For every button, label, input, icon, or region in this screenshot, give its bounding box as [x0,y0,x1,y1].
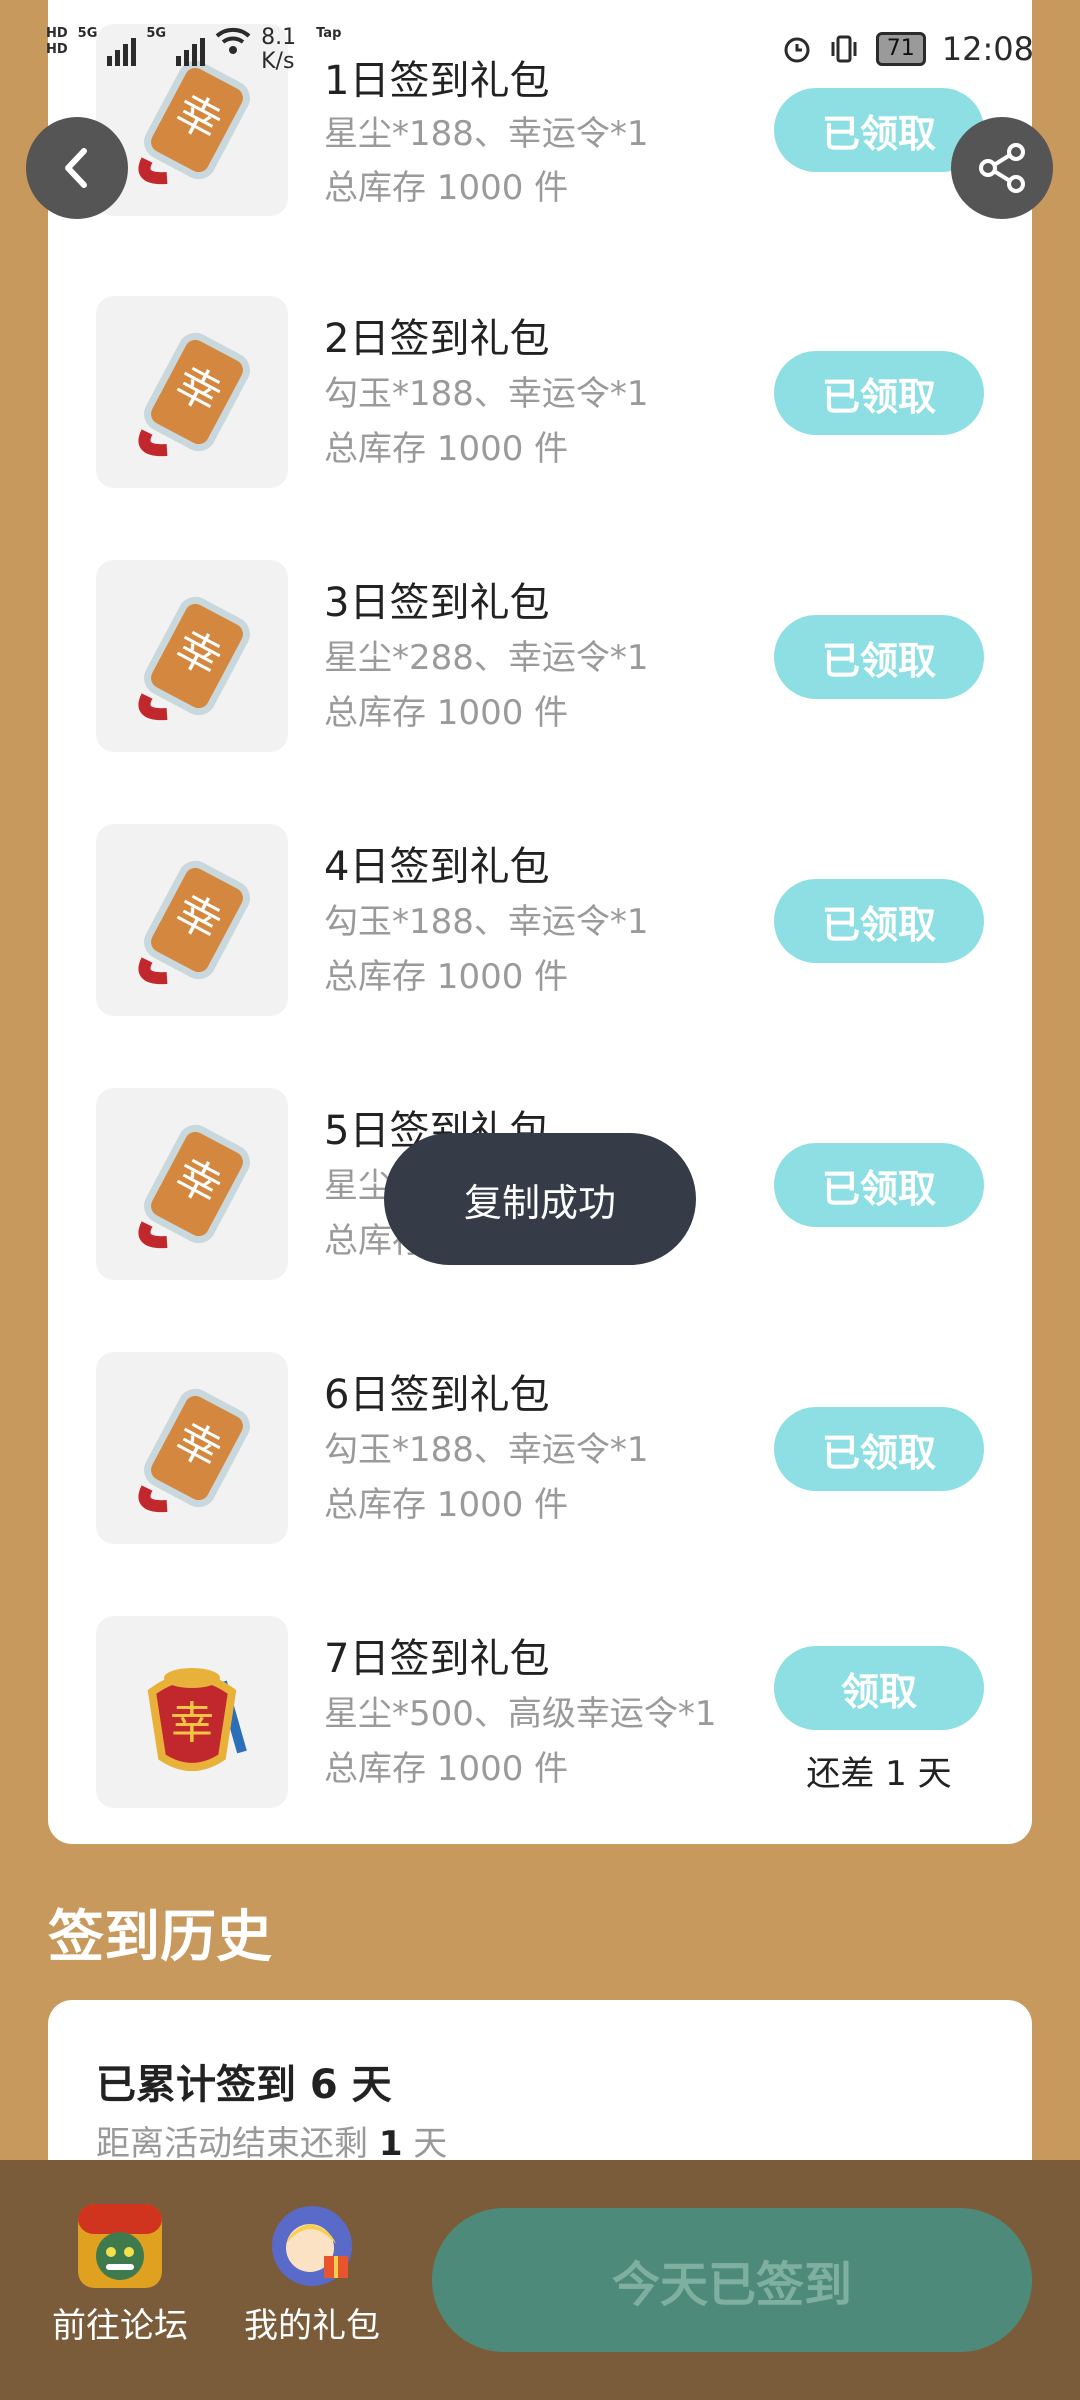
my-gifts-label: 我的礼包 [244,2306,380,2346]
gift-thumbnail: 幸 [96,1352,288,1544]
speed-unit: K/s [261,49,295,74]
gift-desc: 勾玉*188、幸运令*1 [324,902,649,942]
signal-icon [107,32,137,66]
lucky-charm-icon: 幸 [138,596,250,721]
claim-button[interactable]: 领取 [774,1646,984,1730]
gift-desc: 星尘*288、幸运令*1 [324,638,649,678]
chevron-left-icon [65,148,87,188]
claimed-button[interactable]: 已领取 [774,351,984,435]
share-icon [979,143,1025,193]
lucky-charm-icon: 幸 [138,1124,250,1249]
history-heading: 签到历史 [48,1905,272,1970]
status-left: HD HD 5G 5G 8.1 K/s Tap [46,26,341,74]
gift-title: 2日签到礼包 [324,316,550,362]
lucky-charm-icon: 幸 [138,1388,250,1513]
remain-suffix: 天 [402,2124,448,2164]
gift-row: 幸 2日签到礼包 勾玉*188、幸运令*1 总库存 1000 件 已领取 [48,296,1032,496]
gift-desc: 勾玉*188、幸运令*1 [324,374,649,414]
gift-stock: 总库存 1000 件 [324,429,569,469]
speed-value: 8.1 [261,25,297,50]
bottom-bar: 前往论坛 我的礼包 今天已签到 [0,2160,1080,2400]
hd-tags: HD HD [46,26,68,58]
hd-tag: HD [46,26,68,41]
gift-thumbnail: 幸 [96,560,288,752]
app-hint: Tap [316,26,342,41]
gift-row: 幸 6日签到礼包 勾玉*188、幸运令*1 总库存 1000 件 已领取 [48,1352,1032,1552]
gift-desc: 勾玉*188、幸运令*1 [324,1430,649,1470]
remain-prefix: 距离活动结束还剩 [96,2124,379,2164]
hd-tag: HD [46,42,68,57]
lucky-charm-icon: 幸 [138,332,250,457]
battery-indicator: 71 [875,32,926,66]
game-avatar-icon [78,2204,162,2288]
event-remaining: 距离活动结束还剩 1 天 [96,2116,447,2165]
gift-mascot-icon [272,2206,352,2286]
svg-text:幸: 幸 [170,1698,214,1749]
clock: 12:08 [941,30,1034,68]
status-right: 71 12:08 [782,30,1034,68]
forum-tab[interactable]: 前往论坛 [20,2204,220,2347]
gift-stock: 总库存 1000 件 [324,1485,569,1525]
gift-list-card: 幸 1日签到礼包 星尘*188、幸运令*1 总库存 1000 件 已领取 幸 2… [48,0,1032,1844]
toast-copied: 复制成功 [384,1133,696,1265]
signal-label: 5G [77,26,98,41]
network-speed: 8.1 K/s [261,26,296,74]
gift-thumbnail: 幸 [96,1616,288,1808]
wifi-icon [215,27,251,54]
remain-value: 1 [378,2124,403,2164]
claimed-button[interactable]: 已领取 [774,1143,984,1227]
status-bar: HD HD 5G 5G 8.1 K/s Tap 71 12:08 [0,0,1080,100]
gift-stock: 总库存 1000 件 [324,1749,569,1789]
signal-icon [176,32,206,66]
gift-row: 幸 3日签到礼包 星尘*288、幸运令*1 总库存 1000 件 已领取 [48,560,1032,760]
gift-thumbnail: 幸 [96,1088,288,1280]
premium-charm-icon: 幸 [147,1668,247,1771]
forum-label: 前往论坛 [52,2306,188,2346]
gift-row: 幸 7日签到礼包 星尘*500、高级幸运令*1 总库存 1000 件 领取 还差… [48,1616,1032,1816]
alarm-icon [784,37,810,63]
gift-row: 幸 4日签到礼包 勾玉*188、幸运令*1 总库存 1000 件 已领取 [48,824,1032,1024]
back-button[interactable] [26,117,128,219]
signal-label: 5G [146,26,167,41]
checked-in-today-button[interactable]: 今天已签到 [432,2208,1032,2352]
lucky-charm-icon: 幸 [138,860,250,985]
share-button[interactable] [951,117,1053,219]
gift-title: 7日签到礼包 [324,1636,550,1682]
vibrate-icon [831,35,857,63]
gift-stock: 总库存 1000 件 [324,693,569,733]
claimed-button[interactable]: 已领取 [774,879,984,963]
gift-thumbnail: 幸 [96,824,288,1016]
gift-title: 3日签到礼包 [324,580,550,626]
gift-stock: 总库存 1000 件 [324,168,569,208]
gift-desc: 星尘*500、高级幸运令*1 [324,1694,717,1734]
gift-thumbnail: 幸 [96,296,288,488]
days-remaining: 还差 1 天 [806,1754,952,1794]
gift-desc: 星尘*188、幸运令*1 [324,114,649,154]
gift-title: 4日签到礼包 [324,844,550,890]
total-checkins: 已累计签到 6 天 [96,2062,392,2108]
my-gifts-tab[interactable]: 我的礼包 [212,2204,412,2347]
claimed-button[interactable]: 已领取 [774,615,984,699]
gift-stock: 总库存 1000 件 [324,957,569,997]
claimed-button[interactable]: 已领取 [774,1407,984,1491]
gift-title: 6日签到礼包 [324,1372,550,1418]
